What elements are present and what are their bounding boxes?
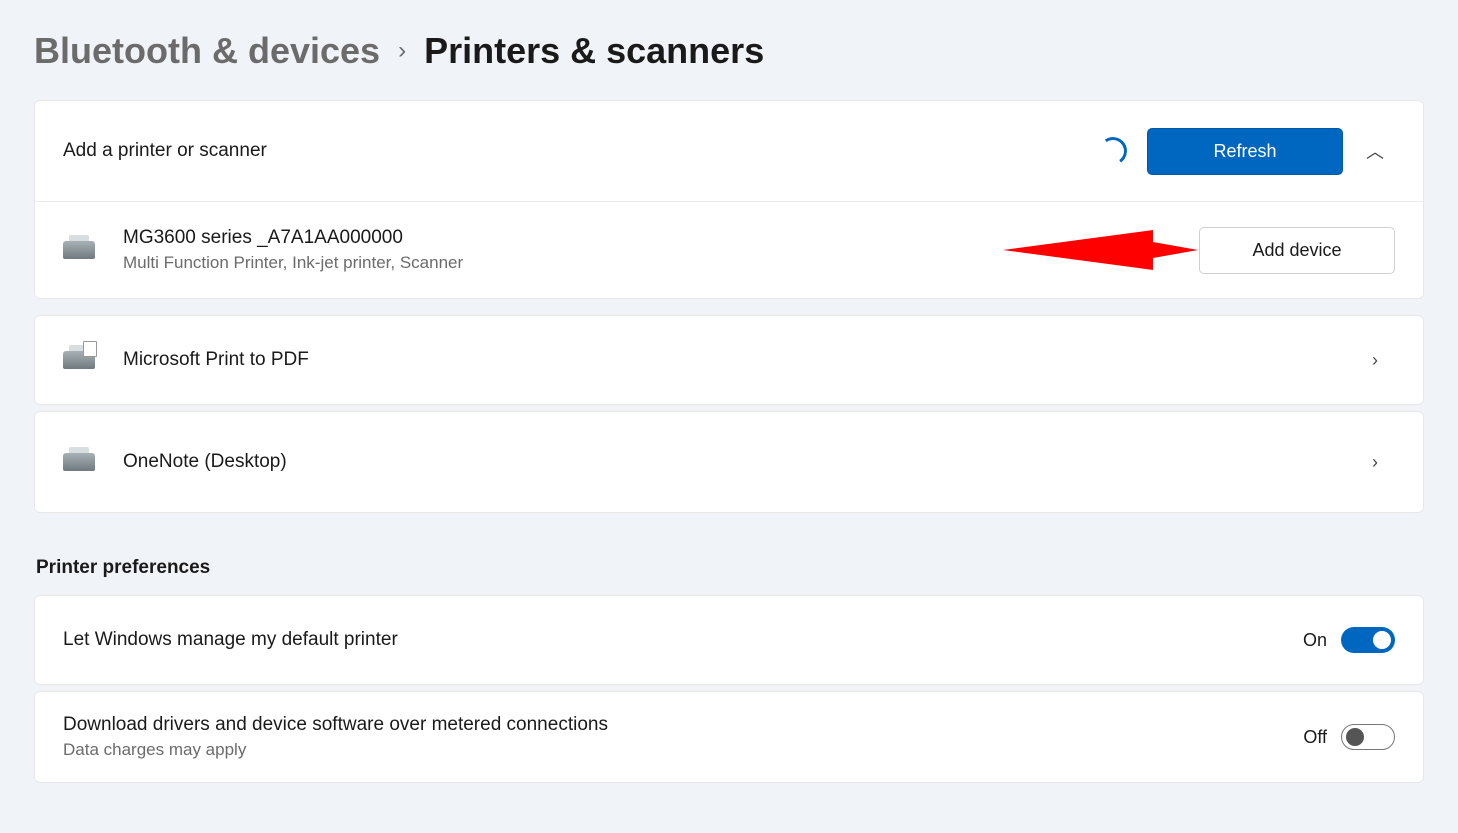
printer-name: OneNote (Desktop): [123, 451, 1343, 473]
pref-default-printer-label: Let Windows manage my default printer: [63, 629, 1303, 651]
loading-spinner-icon: [1097, 135, 1129, 167]
pref-metered-row: Download drivers and device software ove…: [34, 691, 1424, 783]
printer-name: Microsoft Print to PDF: [123, 349, 1343, 371]
printer-row-ms-print-pdf[interactable]: Microsoft Print to PDF ›: [34, 315, 1424, 405]
refresh-button[interactable]: Refresh: [1147, 128, 1343, 175]
annotation-arrow-icon: [1003, 220, 1203, 280]
pref-metered-sub: Data charges may apply: [63, 740, 1303, 760]
chevron-right-icon: ›: [1355, 452, 1395, 473]
pref-default-printer-row: Let Windows manage my default printer On: [34, 595, 1424, 685]
printer-icon: [63, 351, 99, 369]
printer-icon: [63, 453, 99, 471]
page-title: Printers & scanners: [424, 30, 764, 72]
discovered-device-row: MG3600 series _A7A1AA000000 Multi Functi…: [35, 201, 1423, 298]
printer-row-onenote[interactable]: OneNote (Desktop) ›: [34, 411, 1424, 513]
breadcrumb-parent-link[interactable]: Bluetooth & devices: [34, 30, 380, 72]
pref-default-printer-toggle[interactable]: [1341, 627, 1395, 653]
pref-metered-label: Download drivers and device software ove…: [63, 714, 1303, 736]
printer-preferences-heading: Printer preferences: [36, 557, 1424, 579]
pref-default-printer-state: On: [1303, 630, 1327, 651]
add-printer-label: Add a printer or scanner: [63, 140, 1099, 162]
add-printer-section: Add a printer or scanner Refresh ︿ MG360…: [34, 100, 1424, 299]
discovered-device-description: Multi Function Printer, Ink-jet printer,…: [123, 253, 1003, 273]
pref-metered-toggle[interactable]: [1341, 724, 1395, 750]
collapse-chevron-up-icon[interactable]: ︿: [1355, 138, 1395, 164]
breadcrumb: Bluetooth & devices › Printers & scanner…: [34, 30, 1424, 72]
chevron-right-icon: ›: [398, 37, 406, 65]
discovered-device-name: MG3600 series _A7A1AA000000: [123, 227, 1003, 249]
pref-metered-state: Off: [1303, 727, 1327, 748]
chevron-right-icon: ›: [1355, 350, 1395, 371]
printer-icon: [63, 241, 99, 259]
add-printer-header-row: Add a printer or scanner Refresh ︿: [35, 101, 1423, 201]
add-device-button[interactable]: Add device: [1199, 227, 1395, 274]
